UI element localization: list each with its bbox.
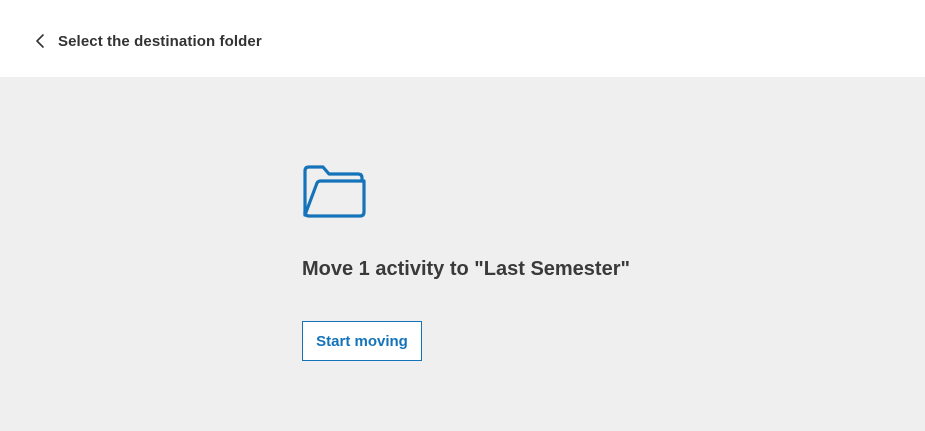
back-link[interactable]: Select the destination folder <box>34 29 262 53</box>
start-moving-button[interactable]: Start moving <box>302 321 422 361</box>
back-link-label[interactable]: Select the destination folder <box>58 33 262 50</box>
chevron-left-icon[interactable] <box>34 31 48 51</box>
main-content: Move 1 activity to "Last Semester" Start… <box>0 77 925 431</box>
folder-open-icon <box>301 163 367 221</box>
move-title: Move 1 activity to "Last Semester" <box>302 258 630 280</box>
header-bar: Select the destination folder <box>0 0 925 77</box>
